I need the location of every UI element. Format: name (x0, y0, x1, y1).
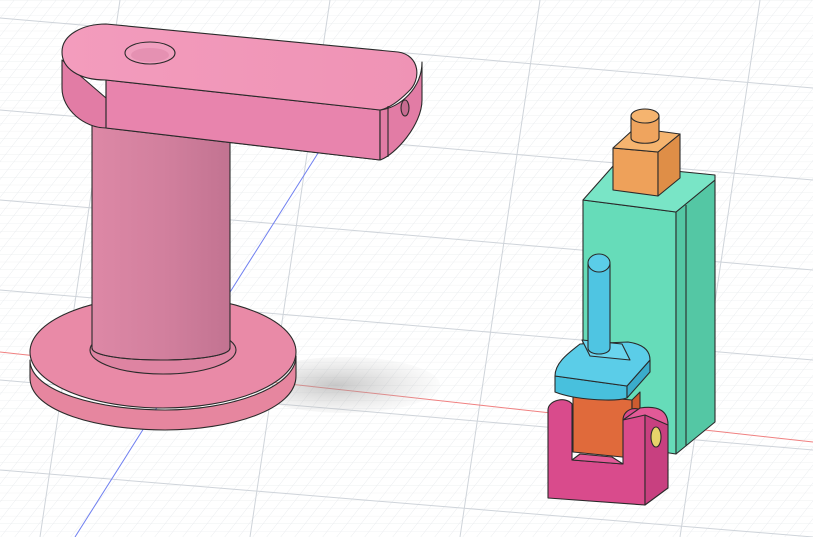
3d-viewport[interactable] (0, 0, 813, 537)
pin-hole (650, 426, 662, 448)
hole-side (400, 99, 410, 117)
viewport-canvas[interactable] (0, 0, 813, 537)
